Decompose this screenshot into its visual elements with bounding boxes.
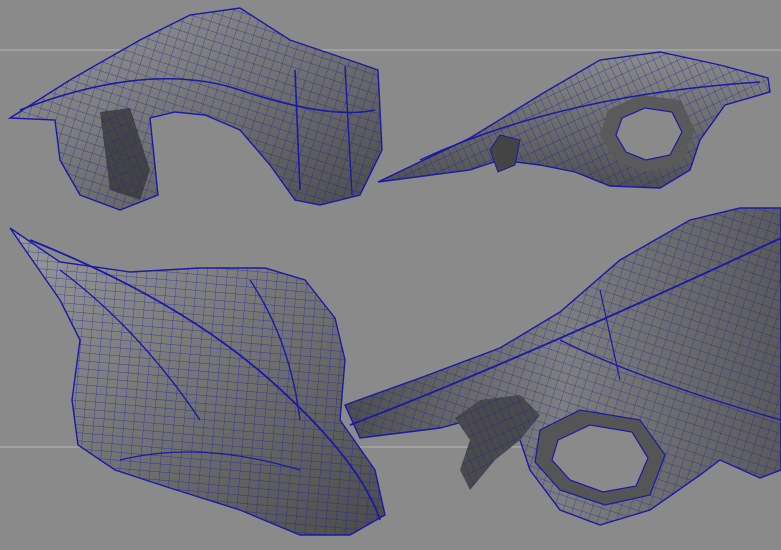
bottom-right-view[interactable]: [344, 207, 781, 526]
viewport-canvas[interactable]: [0, 0, 781, 550]
top-left-view[interactable]: [7, 7, 383, 211]
bottom-left-view[interactable]: [9, 227, 386, 536]
modeling-viewport[interactable]: [0, 0, 781, 550]
top-right-view[interactable]: [377, 51, 771, 189]
